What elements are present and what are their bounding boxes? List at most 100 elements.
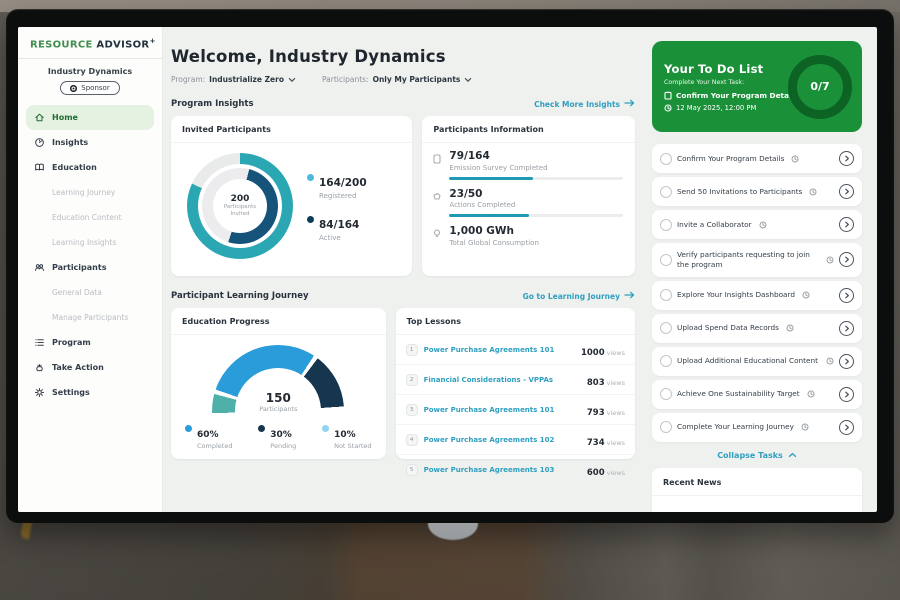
sidebar-item-general-data[interactable]: General Data	[26, 280, 154, 305]
survey-icon	[432, 153, 442, 165]
program-select[interactable]: Program: Industrialize Zero	[171, 75, 296, 84]
logo-text-primary: RESOURCE	[30, 39, 93, 50]
sidebar-item-label: Learning Insights	[52, 238, 116, 247]
chevron-down-icon	[288, 77, 296, 83]
logo-text-secondary: ADVISOR	[96, 39, 149, 50]
sidebar-item-label: Program	[52, 338, 91, 347]
task-open-button[interactable]	[839, 217, 854, 232]
todo-item[interactable]: Upload Spend Data Records	[652, 314, 862, 343]
progress-bar	[449, 177, 623, 180]
sidebar-item-take-action[interactable]: Take Action	[26, 355, 154, 380]
card-title: Top Lessons	[396, 308, 635, 335]
main-content: Welcome, Industry Dynamics Program: Indu…	[163, 27, 645, 512]
task-open-button[interactable]	[839, 387, 854, 402]
sidebar-item-label: Settings	[52, 388, 90, 397]
legend-item-active: 84/164 Active	[307, 213, 367, 242]
todo-item[interactable]: Explore Your Insights Dashboard	[652, 281, 862, 310]
sidebar-item-label: Manage Participants	[52, 313, 128, 322]
filters-row: Program: Industrialize Zero Participants…	[171, 75, 635, 84]
collapse-tasks-link[interactable]: Collapse Tasks	[652, 451, 862, 460]
monitor-bezel: RESOURCE ADVISOR+ Industry Dynamics Spon…	[6, 9, 894, 523]
todo-item[interactable]: Upload Additional Educational Content	[652, 347, 862, 376]
invited-legend: 164/200 Registered 84/164 Active	[307, 171, 367, 242]
actions-icon	[432, 191, 442, 203]
sidebar-item-label: Education	[52, 163, 97, 172]
lesson-row[interactable]: 3 Power Purchase Agreements 101 793views	[396, 395, 635, 425]
todo-item[interactable]: Verify participants requesting to join t…	[652, 243, 862, 277]
clock-icon	[809, 188, 817, 196]
task-open-button[interactable]	[839, 288, 854, 303]
lesson-rank: 3	[406, 404, 418, 416]
lesson-row[interactable]: 2 Financial Considerations - VPPAs 803vi…	[396, 365, 635, 395]
todo-progress-value: 0/7	[810, 80, 829, 93]
lesson-rank: 4	[406, 434, 418, 446]
task-checkbox[interactable]	[660, 289, 672, 301]
task-checkbox[interactable]	[660, 322, 672, 334]
task-checkbox[interactable]	[660, 355, 672, 367]
task-open-button[interactable]	[839, 420, 854, 435]
go-to-learning-journey-link[interactable]: Go to Learning Journey	[523, 291, 635, 301]
sidebar-item-label: Insights	[52, 138, 88, 147]
lesson-title-link[interactable]: Power Purchase Agreements 101	[424, 346, 575, 354]
sidebar-item-insights[interactable]: Insights	[26, 130, 154, 155]
lightbulb-icon	[432, 228, 442, 240]
todo-item[interactable]: Send 50 Invitations to Participants	[652, 177, 862, 206]
sidebar-item-label: Home	[52, 113, 78, 122]
legend-dot	[185, 425, 192, 432]
todo-item[interactable]: Achieve One Sustainability Target	[652, 380, 862, 409]
lesson-row[interactable]: 1 Power Purchase Agreements 101 1000view…	[396, 335, 635, 365]
task-checkbox[interactable]	[660, 388, 672, 400]
sidebar-item-manage-participants[interactable]: Manage Participants	[26, 305, 154, 330]
todo-title: Your To Do List	[664, 62, 782, 76]
program-insights-header: Program Insights Check More Insights	[171, 99, 635, 109]
task-open-button[interactable]	[839, 354, 854, 369]
sidebar-item-education-content[interactable]: Education Content	[26, 205, 154, 230]
check-more-insights-link[interactable]: Check More Insights	[534, 99, 635, 109]
lesson-title-link[interactable]: Power Purchase Agreements 101	[424, 406, 581, 414]
todo-item[interactable]: Complete Your Learning Journey	[652, 413, 862, 442]
task-open-button[interactable]	[839, 151, 854, 166]
learning-journey-header: Participant Learning Journey Go to Learn…	[171, 291, 635, 301]
sidebar-item-participants[interactable]: Participants	[26, 255, 154, 280]
sidebar-item-settings[interactable]: Settings	[26, 380, 154, 405]
sidebar-item-program[interactable]: Program	[26, 330, 154, 355]
task-checkbox[interactable]	[660, 421, 672, 433]
insights-icon	[34, 137, 45, 148]
lesson-row[interactable]: 4 Power Purchase Agreements 102 734views	[396, 425, 635, 455]
home-icon	[34, 112, 45, 123]
lesson-row[interactable]: 5 Power Purchase Agreements 103 600views	[396, 455, 635, 484]
clock-icon	[802, 291, 810, 299]
invited-total: 200	[231, 194, 250, 204]
task-open-button[interactable]	[839, 184, 854, 199]
task-checkbox[interactable]	[660, 219, 672, 231]
section-title: Program Insights	[171, 99, 254, 109]
clock-icon	[826, 256, 834, 264]
todo-item[interactable]: Invite a Collaborator	[652, 210, 862, 239]
link-label: Check More Insights	[534, 100, 620, 109]
lesson-title-link[interactable]: Financial Considerations - VPPAs	[424, 376, 581, 384]
sidebar-item-learning-journey[interactable]: Learning Journey	[26, 180, 154, 205]
task-checkbox[interactable]	[660, 153, 672, 165]
task-checkbox[interactable]	[660, 254, 672, 266]
task-open-button[interactable]	[839, 321, 854, 336]
section-title: Participant Learning Journey	[171, 291, 309, 301]
lesson-rank: 5	[406, 464, 418, 476]
sponsor-badge[interactable]: Sponsor	[60, 81, 119, 95]
learning-cards-row: Education Progress 150 Participants 60% …	[171, 308, 635, 459]
participants-select[interactable]: Participants: Only My Participants	[322, 75, 472, 84]
sidebar-item-learning-insights[interactable]: Learning Insights	[26, 230, 154, 255]
lesson-title-link[interactable]: Power Purchase Agreements 103	[424, 466, 581, 474]
legend-item-registered: 164/200 Registered	[307, 171, 367, 200]
legend-item-not-started: 10% Not Started	[322, 422, 371, 450]
insights-cards-row: Invited Participants 200 Participants In…	[171, 116, 635, 276]
lesson-title-link[interactable]: Power Purchase Agreements 102	[424, 436, 581, 444]
link-label: Go to Learning Journey	[523, 292, 620, 301]
task-open-button[interactable]	[839, 252, 854, 267]
clock-icon	[786, 324, 794, 332]
task-checkbox[interactable]	[660, 186, 672, 198]
clipboard-icon	[664, 91, 672, 100]
sidebar-item-education[interactable]: Education	[26, 155, 154, 180]
clock-icon	[801, 423, 809, 431]
todo-item[interactable]: Confirm Your Program Details	[652, 144, 862, 173]
sidebar-item-home[interactable]: Home	[26, 105, 154, 130]
